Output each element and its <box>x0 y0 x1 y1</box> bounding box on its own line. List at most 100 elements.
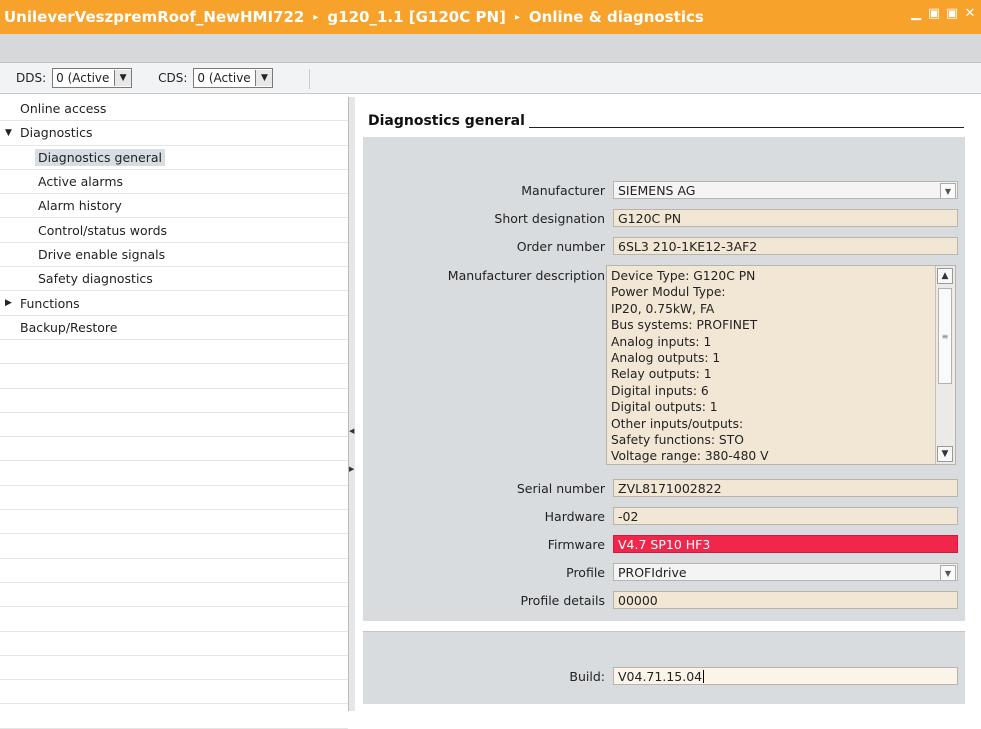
tree-item-diagnostics[interactable]: ▼ Diagnostics <box>0 121 348 146</box>
hardware-field[interactable]: -02 <box>613 507 958 525</box>
breadcrumb-device[interactable]: g120_1.1 [G120C PN] <box>327 8 505 26</box>
breadcrumb: UnileverVeszpremRoof_NewHMI722 ▸ g120_1.… <box>0 8 704 26</box>
tree-item-online-access[interactable]: Online access <box>0 97 348 122</box>
dataset-bar: DDS: 0 (Active ▼ CDS: 0 (Active ▼ <box>0 63 981 94</box>
title-bar: UnileverVeszpremRoof_NewHMI722 ▸ g120_1.… <box>0 0 981 34</box>
tree-item-label: Safety diagnostics <box>38 271 153 287</box>
tree-empty-row <box>0 413 348 438</box>
breadcrumb-separator-icon: ▸ <box>313 11 319 23</box>
tree-item-label: Control/status words <box>38 222 168 238</box>
profile-label: Profile <box>566 564 605 580</box>
tree-item-label: Active alarms <box>38 174 124 190</box>
tree-item-alarm-history[interactable]: Alarm history <box>0 194 348 219</box>
maximize-icon[interactable]: ▣ <box>945 7 959 21</box>
serial-number-field[interactable]: ZVL8171002822 <box>613 479 958 497</box>
tree-item-diagnostics-general[interactable]: Diagnostics general <box>0 146 348 170</box>
float-icon[interactable]: ▣ <box>927 7 941 21</box>
tree-item-label: Functions <box>20 295 80 311</box>
short-designation-label: Short designation <box>494 210 605 226</box>
tree-empty-row <box>0 364 348 389</box>
main-content: Diagnostics general Manufacturer SIEMENS… <box>355 97 981 711</box>
manufacturer-select[interactable]: SIEMENS AG ▼ <box>613 181 958 199</box>
tree-empty-row <box>0 559 348 583</box>
expand-right-icon[interactable]: ▶ <box>349 465 354 473</box>
dds-group: DDS: 0 (Active ▼ <box>16 68 133 88</box>
tree-empty-row <box>0 680 348 705</box>
description-line: Other inputs/outputs: <box>611 416 744 431</box>
cds-value: 0 (Active <box>197 71 251 85</box>
scroll-up-icon[interactable]: ▲ <box>937 268 953 284</box>
text-cursor <box>703 669 705 683</box>
short-designation-row: Short designation G120C PN <box>375 209 958 227</box>
firmware-field[interactable]: V4.7 SP10 HF3 <box>613 535 958 553</box>
tree-empty-row <box>0 583 348 608</box>
description-line: Digital inputs: 6 <box>611 383 709 398</box>
dds-value: 0 (Active <box>56 71 110 85</box>
tree-item-safety-diagnostics[interactable]: Safety diagnostics <box>0 267 348 292</box>
tree-item-drive-enable-signals[interactable]: Drive enable signals <box>0 243 348 268</box>
description-line: Bus systems: PROFINET <box>611 318 758 333</box>
hardware-label: Hardware <box>544 508 605 524</box>
description-line: Power Modul Type: <box>611 285 726 300</box>
panel-splitter[interactable]: ◀ ▶ <box>348 97 355 711</box>
breadcrumb-online-diagnostics[interactable]: Online & diagnostics <box>529 8 704 26</box>
profile-details-row: Profile details 00000 <box>375 591 958 609</box>
manufacturer-description-field[interactable]: Device Type: G120C PN Power Modul Type: IP… <box>606 265 956 465</box>
profile-select[interactable]: PROFIdrive ▼ <box>613 563 958 581</box>
section-title: Diagnostics general <box>368 113 529 129</box>
description-line: IP20, 0.75kW, FA <box>611 301 715 316</box>
firmware-label: Firmware <box>547 536 605 552</box>
tree-empty-row <box>0 340 348 365</box>
tree-empty-row <box>0 461 348 486</box>
dds-select[interactable]: 0 (Active ▼ <box>52 68 133 88</box>
profile-details-label: Profile details <box>520 592 606 608</box>
build-value: V04.71.15.04 <box>618 668 703 684</box>
profile-value: PROFIdrive <box>618 564 687 580</box>
description-text: Device Type: G120C PN Power Modul Type: IP… <box>607 266 955 464</box>
tree-empty-row <box>0 534 348 559</box>
chevron-down-icon[interactable]: ▼ <box>114 70 132 86</box>
firmware-row: Firmware V4.7 SP10 HF3 <box>375 535 958 553</box>
minimize-icon[interactable]: ▁ <box>909 7 923 21</box>
description-line: Device Type: G120C PN <box>611 269 756 283</box>
breadcrumb-separator-icon: ▸ <box>514 11 520 23</box>
short-designation-field[interactable]: G120C PN <box>613 209 958 227</box>
cds-group: CDS: 0 (Active ▼ <box>158 68 274 88</box>
tree-item-control-status-words[interactable]: Control/status words <box>0 218 348 243</box>
expand-right-icon[interactable]: ▶ <box>5 298 12 308</box>
window-controls: ▁ ▣ ▣ ✕ <box>909 7 977 21</box>
tree-item-active-alarms[interactable]: Active alarms <box>0 170 348 195</box>
tree-empty-row <box>0 656 348 681</box>
serial-number-row: Serial number ZVL8171002822 <box>375 479 958 497</box>
chevron-down-icon[interactable]: ▼ <box>940 183 956 198</box>
serial-number-label: Serial number <box>516 480 605 496</box>
description-line: Digital outputs: 1 <box>611 400 718 415</box>
scroll-down-icon[interactable]: ▼ <box>937 446 953 462</box>
scroll-thumb[interactable]: ≡ <box>938 288 952 384</box>
tree-empty-row <box>0 486 348 511</box>
tree-item-backup-restore[interactable]: Backup/Restore <box>0 316 348 340</box>
build-field[interactable]: V04.71.15.04 <box>613 667 958 685</box>
cds-select[interactable]: 0 (Active ▼ <box>193 68 274 88</box>
description-line: Voltage range: 380-480 V <box>611 449 769 464</box>
dds-label: DDS: <box>16 71 47 85</box>
build-label: Build: <box>569 668 605 684</box>
description-line: Analog outputs: 1 <box>611 351 721 366</box>
profile-details-field[interactable]: 00000 <box>613 591 958 609</box>
close-icon[interactable]: ✕ <box>963 7 977 21</box>
divider <box>309 69 310 89</box>
chevron-down-icon[interactable]: ▼ <box>255 70 273 86</box>
breadcrumb-project[interactable]: UnileverVeszpremRoof_NewHMI722 <box>4 8 304 26</box>
expand-down-icon[interactable]: ▼ <box>5 128 12 138</box>
description-line: Analog inputs: 1 <box>611 334 712 349</box>
description-line: Safety functions: STO <box>611 433 744 448</box>
order-number-field[interactable]: 6SL3 210-1KE12-3AF2 <box>613 237 958 255</box>
tree-empty-row <box>0 632 348 656</box>
tree-item-functions[interactable]: ▶ Functions <box>0 291 348 316</box>
tree-item-label: Drive enable signals <box>38 246 166 262</box>
tree-item-label: Diagnostics general <box>35 148 166 166</box>
description-scrollbar[interactable]: ▲ ≡ ▼ <box>935 266 955 464</box>
chevron-down-icon[interactable]: ▼ <box>940 565 956 580</box>
order-number-row: Order number 6SL3 210-1KE12-3AF2 <box>375 237 958 255</box>
collapse-left-icon[interactable]: ◀ <box>349 427 354 435</box>
